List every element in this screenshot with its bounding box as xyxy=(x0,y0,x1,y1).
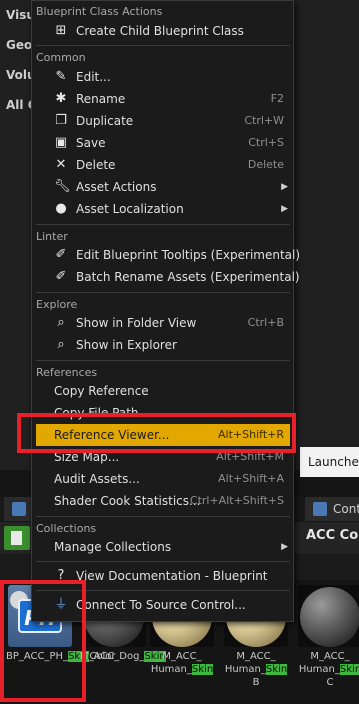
rename-icon: ✱ xyxy=(55,91,67,106)
divider xyxy=(36,224,290,225)
rename-item[interactable]: ✱ Rename F2 xyxy=(36,88,290,110)
edit-tooltips-item[interactable]: ✐ Edit Blueprint Tooltips (Experimental) xyxy=(36,244,301,266)
duplicate-icon: ❐ xyxy=(55,113,67,128)
divider xyxy=(36,292,290,293)
copy-reference-item[interactable]: Copy Reference xyxy=(36,380,290,402)
shortcut: Delete xyxy=(247,158,284,171)
source-control-icon: ⏚ xyxy=(54,597,68,612)
edit-tooltips-icon: ✐ xyxy=(55,247,67,262)
create-child-blueprint-item[interactable]: ⊞ Create Child Blueprint Class xyxy=(36,20,290,42)
asset-tile[interactable]: M_ACC_ Human_Skin C xyxy=(296,585,359,689)
submenu-arrow-icon: ▶ xyxy=(281,182,288,192)
content-browser-icon xyxy=(313,502,327,516)
size-map-item[interactable]: Size Map... Alt+Shift+M xyxy=(36,446,290,468)
add-new-button[interactable] xyxy=(4,526,30,550)
section-header: Common xyxy=(36,51,86,64)
shortcut: Alt+Shift+A xyxy=(218,472,284,485)
divider xyxy=(36,561,290,562)
shortcut: Ctrl+B xyxy=(247,316,284,329)
divider xyxy=(36,590,290,591)
submenu-arrow-icon: ▶ xyxy=(281,204,288,214)
divider xyxy=(36,360,290,361)
save-icon: ▣ xyxy=(54,135,68,150)
shortcut: Ctrl+S xyxy=(248,136,284,149)
section-header: Explore xyxy=(36,298,78,311)
tab-content-browser-2[interactable]: Cont xyxy=(305,497,359,521)
copy-file-path-item[interactable]: Copy File Path xyxy=(36,402,290,424)
submenu-arrow-icon: ▶ xyxy=(281,542,288,552)
edit-icon: ✎ xyxy=(55,69,67,84)
asset-label: M_ACC_Dog_Skin xyxy=(80,651,166,662)
delete-item[interactable]: ✕ Delete Delete xyxy=(36,154,290,176)
asset-context-menu: Blueprint Class Actions ⊞ Create Child B… xyxy=(31,0,301,622)
section-header: References xyxy=(36,366,98,379)
save-item[interactable]: ▣ Save Ctrl+S xyxy=(36,132,290,154)
folder-search-icon: ⌕ xyxy=(57,315,65,330)
batch-rename-icon: ✐ xyxy=(55,269,67,284)
asset-label: M_ACC_ Human_Skin C xyxy=(296,650,359,689)
section-header: Collections xyxy=(36,522,97,535)
shortcut: Alt+Shift+R xyxy=(218,428,284,441)
batch-rename-item[interactable]: ✐ Batch Rename Assets (Experimental) xyxy=(36,266,300,288)
explorer-icon: ⌕ xyxy=(57,337,65,352)
globe-icon: ● xyxy=(55,201,67,216)
view-documentation-item[interactable]: ? View Documentation - Blueprint xyxy=(36,565,290,587)
shortcut: Alt+Shift+M xyxy=(216,450,284,463)
launches-popup: Launches xyxy=(300,447,359,477)
content-browser-icon xyxy=(12,502,26,516)
show-in-folder-item[interactable]: ⌕ Show in Folder View Ctrl+B xyxy=(36,312,290,334)
material-sphere-icon xyxy=(298,585,359,647)
shortcut: F2 xyxy=(270,92,284,105)
section-header: Blueprint Class Actions xyxy=(36,5,163,18)
manage-collections-item[interactable]: Manage Collections ▶ xyxy=(36,536,290,558)
folder-path: ACC Co xyxy=(306,528,359,543)
audit-assets-item[interactable]: Audit Assets... Alt+Shift+A xyxy=(36,468,290,490)
asset-label: BP_ACC_PH_SkinColor xyxy=(6,651,116,662)
divider xyxy=(36,45,290,46)
connect-source-control-item[interactable]: ⏚ Connect To Source Control... xyxy=(36,594,290,616)
reference-viewer-item[interactable]: Reference Viewer... Alt+Shift+R xyxy=(36,424,290,446)
show-in-explorer-item[interactable]: ⌕ Show in Explorer xyxy=(36,334,290,356)
asset-label: M_ACC_ Human_Skin xyxy=(150,651,214,675)
blueprint-child-icon: ⊞ xyxy=(55,23,67,38)
wrench-icon: 🔧︎ xyxy=(54,179,71,194)
shortcut: Ctrl+W xyxy=(244,114,284,127)
duplicate-item[interactable]: ❐ Duplicate Ctrl+W xyxy=(36,110,290,132)
divider xyxy=(36,516,290,517)
delete-icon: ✕ xyxy=(55,157,67,172)
asset-label: M_ACC_ Human_Skin B xyxy=(224,651,288,688)
edit-item[interactable]: ✎ Edit... xyxy=(36,66,290,88)
tab-label: Cont xyxy=(333,502,359,516)
shortcut: Ctrl+Alt+Shift+S xyxy=(189,494,284,507)
help-icon: ? xyxy=(57,568,65,583)
asset-localization-item[interactable]: ● Asset Localization ▶ xyxy=(36,198,290,220)
shader-cook-statistics-item[interactable]: Shader Cook Statistics... Ctrl+Alt+Shift… xyxy=(36,490,290,512)
section-header: Linter xyxy=(36,230,68,243)
asset-actions-item[interactable]: 🔧︎ Asset Actions ▶ xyxy=(36,176,290,198)
